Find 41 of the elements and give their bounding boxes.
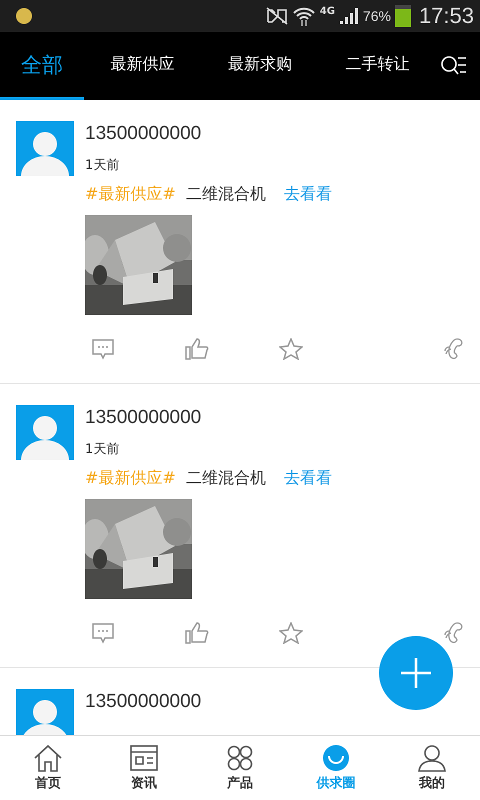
plus-icon	[399, 656, 433, 690]
thumbs-up-icon[interactable]	[185, 622, 209, 644]
wifi-icon	[292, 6, 316, 26]
product-name: 二维混合机	[186, 468, 266, 489]
category-tab[interactable]: 最新求购	[201, 32, 319, 100]
news-icon	[129, 744, 159, 772]
nav-item[interactable]: 产品	[192, 736, 288, 800]
comment-icon[interactable]	[91, 338, 115, 360]
phone-icon[interactable]	[443, 621, 465, 645]
thumbs-up-icon[interactable]	[185, 338, 209, 360]
post-time: 1天前	[85, 157, 120, 174]
user-name: 13500000000	[85, 691, 202, 713]
home-icon	[33, 744, 63, 772]
category-tab[interactable]: 全部	[0, 32, 84, 100]
user-name: 13500000000	[85, 407, 202, 429]
clock: 17:53	[418, 3, 474, 29]
signal-icon	[338, 7, 359, 25]
star-icon[interactable]	[279, 622, 303, 644]
network-type: 4G	[320, 6, 335, 17]
category-tab[interactable]: 最新供应	[84, 32, 202, 100]
nav-item[interactable]: 资讯	[96, 736, 192, 800]
user-name: 13500000000	[85, 123, 202, 145]
category-tab[interactable]: 二手转让	[318, 32, 436, 100]
user-icon	[417, 744, 447, 772]
notification-icon	[16, 8, 32, 24]
nav-item[interactable]: 我的	[384, 736, 480, 800]
smile-icon	[321, 744, 351, 772]
battery-percent: 76%	[362, 8, 391, 24]
star-icon[interactable]	[279, 338, 303, 360]
product-name: 二维混合机	[186, 184, 266, 205]
nav-item[interactable]: 首页	[0, 736, 96, 800]
comment-icon[interactable]	[91, 622, 115, 644]
avatar[interactable]	[16, 121, 74, 176]
battery-icon	[394, 5, 411, 27]
grid-icon	[225, 744, 255, 772]
post-time: 1天前	[85, 441, 120, 458]
phone-icon[interactable]	[443, 337, 465, 361]
search-icon[interactable]	[440, 55, 468, 77]
mute-icon	[266, 7, 288, 25]
avatar[interactable]	[16, 689, 74, 735]
avatar[interactable]	[16, 405, 74, 460]
